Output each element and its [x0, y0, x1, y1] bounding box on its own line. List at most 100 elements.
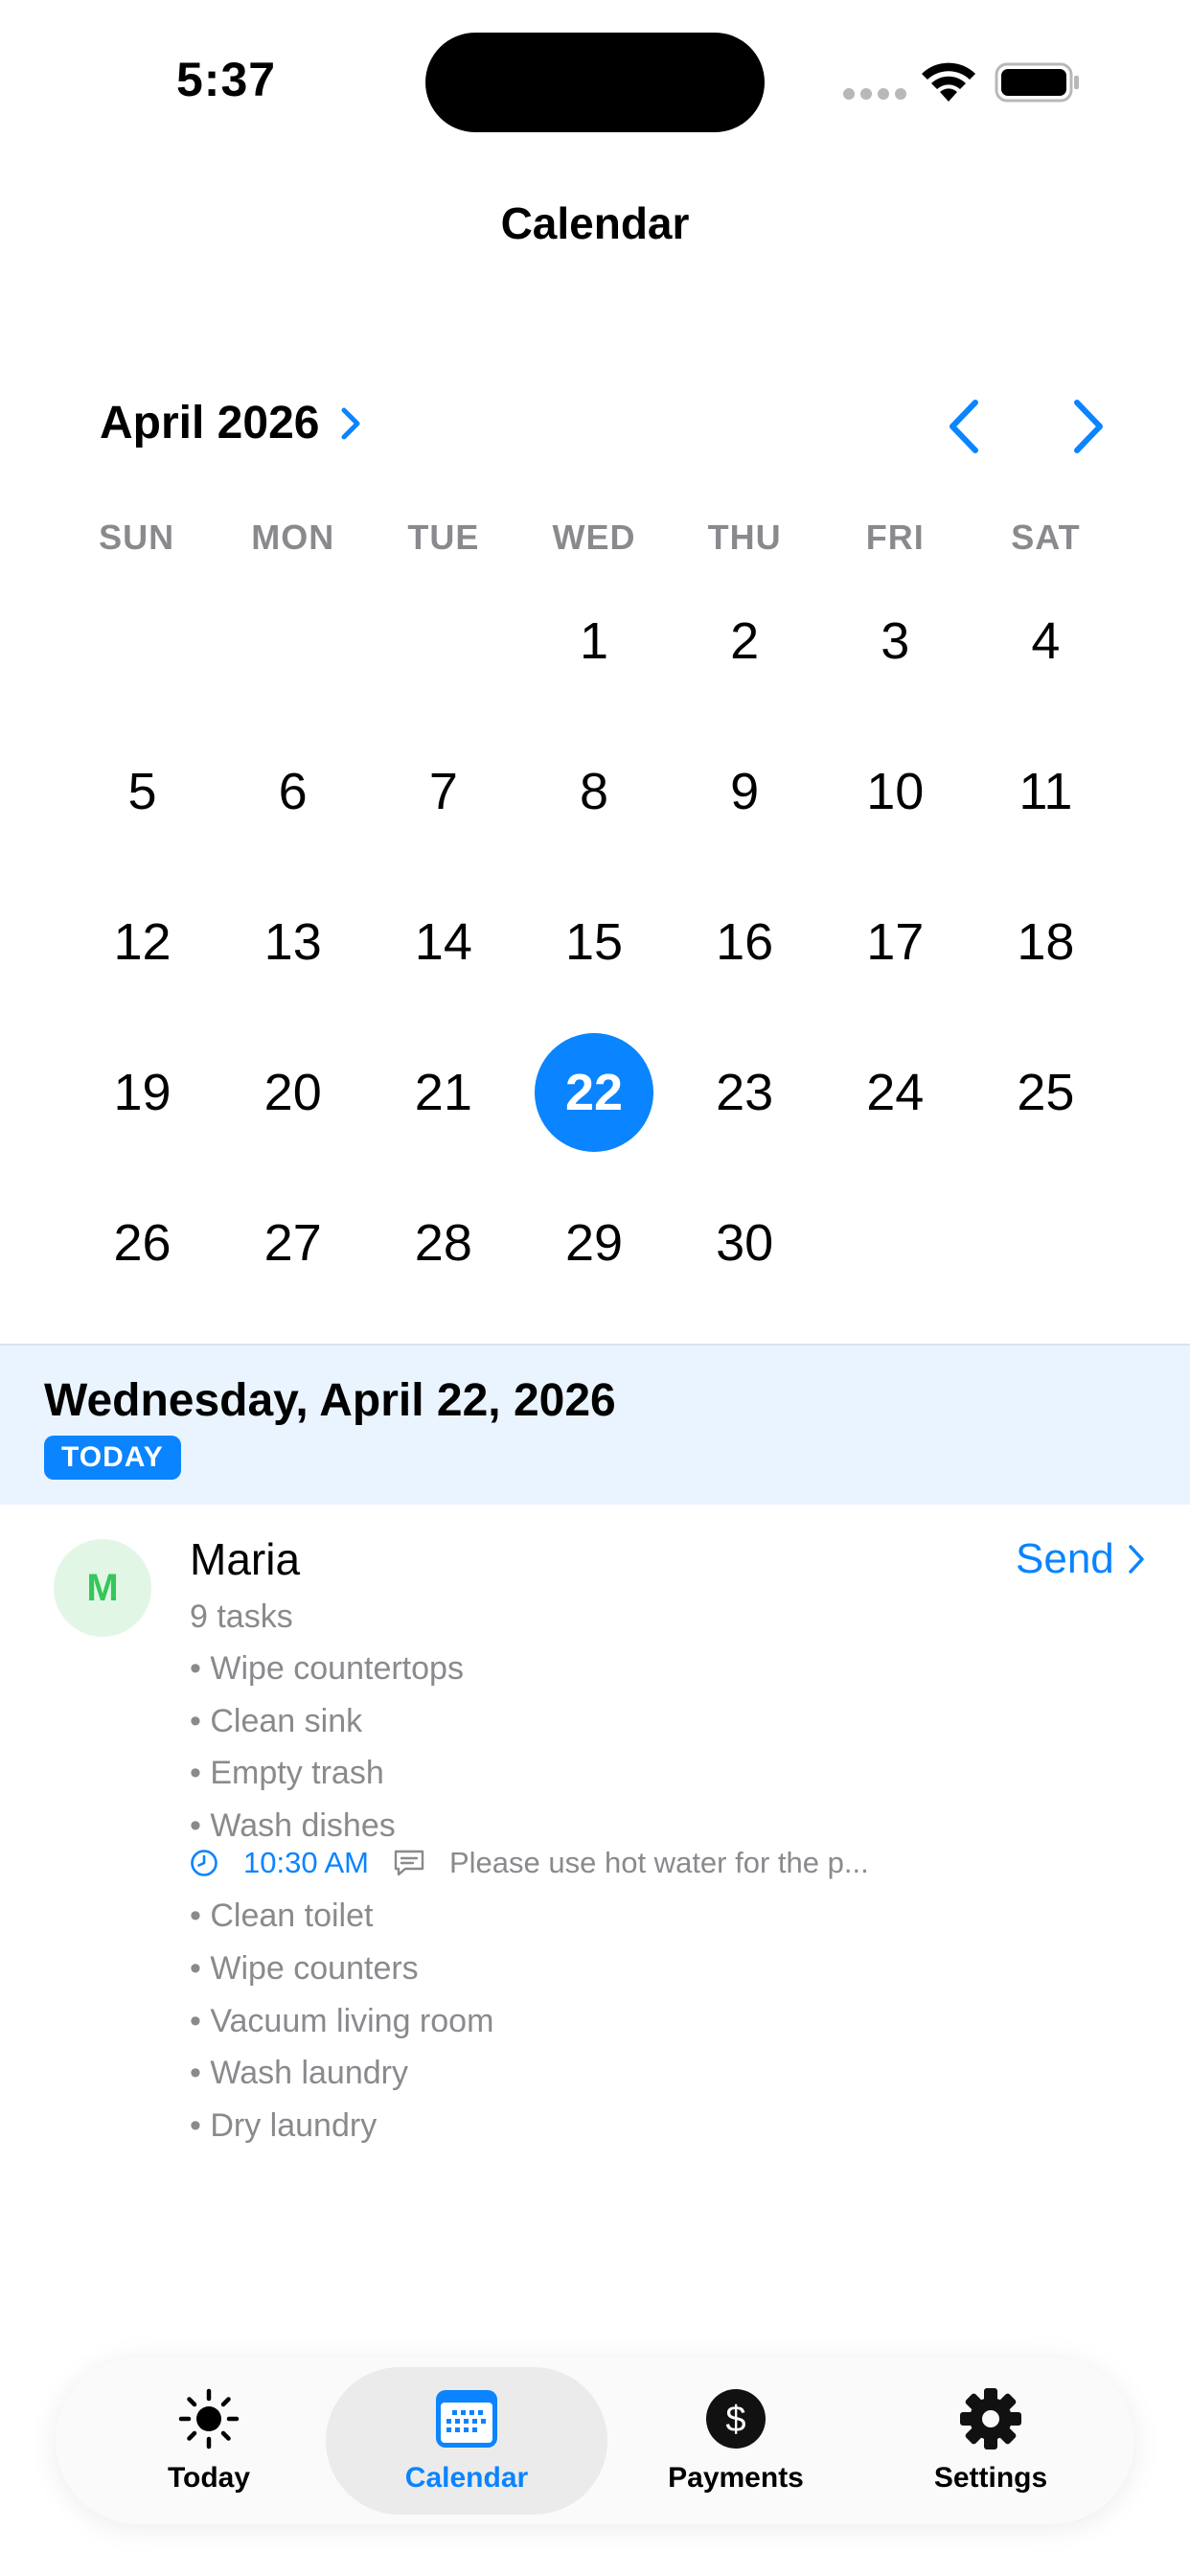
calendar-day-number: 9 [730, 762, 760, 820]
tab-calendar[interactable]: Calendar [326, 2367, 607, 2515]
calendar-day[interactable]: 27 [217, 1167, 368, 1318]
calendar-day[interactable]: 1 [518, 565, 669, 716]
month-picker-button[interactable]: April 2026 [100, 397, 365, 449]
tab-label: Payments [668, 2462, 804, 2494]
calendar-day[interactable]: 6 [217, 716, 368, 866]
calendar-day[interactable]: 20 [217, 1017, 368, 1167]
calendar-day-number: 24 [866, 1063, 925, 1121]
calendar-empty-cell [67, 565, 217, 716]
calendar-day-number: 3 [881, 611, 910, 670]
calendar-day-number: 29 [564, 1213, 624, 1272]
task-note: Please use hot water for the p... [448, 1846, 869, 1880]
calendar-day-number [234, 582, 353, 701]
calendar-day-number: 6 [278, 762, 308, 820]
calendar-day[interactable]: 21 [368, 1017, 518, 1167]
calendar-day[interactable]: 13 [217, 866, 368, 1017]
task-item: Wipe counters [190, 1946, 869, 1999]
calendar-day[interactable]: 25 [971, 1017, 1121, 1167]
previous-month-button[interactable] [941, 395, 989, 458]
calendar-day-number: 18 [1017, 912, 1075, 971]
calendar-day[interactable]: 9 [670, 716, 820, 866]
calendar-day-number: 5 [127, 762, 157, 820]
tab-today[interactable]: Today [113, 2367, 305, 2515]
calendar-day[interactable]: 14 [368, 866, 518, 1017]
calendar-day[interactable]: 23 [670, 1017, 820, 1167]
calendar-day-number: 17 [866, 912, 925, 971]
calendar-day[interactable]: 11 [971, 716, 1121, 866]
dollar-icon: $ [706, 2389, 766, 2449]
calendar-day-number [83, 582, 202, 701]
task-meta: 10:30 AM Please use hot water for the p.… [190, 1844, 869, 1882]
calendar-day-number: 25 [1017, 1063, 1075, 1121]
task-item: Wash laundry [190, 2051, 869, 2104]
sun-icon [178, 2388, 240, 2450]
calendar-day-number: 12 [113, 912, 172, 971]
tab-label: Settings [933, 2462, 1048, 2494]
status-bar: 5:37 [0, 0, 1190, 163]
calendar-day[interactable]: 10 [820, 716, 971, 866]
task-count: 9 tasks [190, 1598, 293, 1635]
calendar-day-number: 30 [716, 1213, 774, 1272]
task-item: Clean toilet [190, 1894, 869, 1946]
calendar-day-number: 2 [730, 611, 760, 670]
calendar-day-number: 7 [428, 762, 458, 820]
weekday-label: SAT [1011, 518, 1081, 557]
calendar-day-number: 4 [1031, 611, 1061, 670]
calendar-day-number: 23 [716, 1063, 774, 1121]
calendar-day[interactable]: 3 [820, 565, 971, 716]
tab-label: Today [167, 2462, 251, 2494]
calendar-empty-cell [971, 1167, 1121, 1318]
calendar-day[interactable]: 8 [518, 716, 669, 866]
calendar-day[interactable]: 28 [368, 1167, 518, 1318]
gear-icon [960, 2388, 1021, 2450]
calendar-day[interactable]: 7 [368, 716, 518, 866]
chevron-right-icon [341, 407, 360, 439]
clock-icon [191, 1850, 217, 1877]
calendar-day[interactable]: 4 [971, 565, 1121, 716]
calendar-empty-cell [217, 565, 368, 716]
calendar-day[interactable]: 17 [820, 866, 971, 1017]
calendar-day[interactable]: 22 [518, 1017, 669, 1167]
calendar-day-grid: 1 2 3 4 5 6 7 8 9 10 11 12 13 14 15 16 17 18 19 20 21 22 23 24 2… [67, 565, 1121, 1318]
calendar-day-number: 8 [579, 762, 608, 820]
calendar-day-number: 27 [263, 1213, 322, 1272]
note-icon [394, 1851, 424, 1876]
tab-bar: Today Calendar $ Payments Settings [56, 2358, 1134, 2524]
calendar-day[interactable]: 18 [971, 866, 1121, 1017]
calendar-empty-cell [368, 565, 518, 716]
calendar-day[interactable]: 30 [670, 1167, 820, 1318]
calendar-day[interactable]: 29 [518, 1167, 669, 1318]
calendar-day[interactable]: 24 [820, 1017, 971, 1167]
calendar-day-number: 14 [414, 912, 472, 971]
calendar-day[interactable]: 15 [518, 866, 669, 1017]
tab-settings[interactable]: Settings [885, 2367, 1096, 2515]
wifi-icon [922, 62, 975, 102]
calendar-day[interactable]: 16 [670, 866, 820, 1017]
weekday-label: FRI [865, 518, 925, 557]
calendar-day[interactable]: 5 [67, 716, 217, 866]
weekday-label: MON [251, 518, 335, 557]
calendar-day[interactable]: 12 [67, 866, 217, 1017]
chevron-right-icon [1129, 1545, 1144, 1574]
calendar-day[interactable]: 26 [67, 1167, 217, 1318]
tab-payments[interactable]: $ Payments [630, 2367, 841, 2515]
calendar-day-number: 22 [534, 1032, 653, 1152]
task-item: Wipe countertops [190, 1646, 869, 1699]
calendar-day-number: 11 [1018, 762, 1073, 820]
send-button[interactable]: Send [1016, 1535, 1147, 1583]
dynamic-island [425, 33, 765, 132]
calendar-day[interactable]: 2 [670, 565, 820, 716]
calendar-day-number: 1 [579, 611, 608, 670]
calendar-icon [436, 2390, 497, 2448]
weekday-header: SUN MON TUE WED THU FRI SAT [67, 518, 1121, 558]
task-item: Clean sink [190, 1699, 869, 1752]
calendar-day[interactable]: 19 [67, 1017, 217, 1167]
calendar-day-number: 20 [263, 1063, 322, 1121]
cellular-signal-icon [843, 88, 906, 100]
calendar-day-number: 16 [716, 912, 774, 971]
weekday-label: TUE [407, 518, 480, 557]
task-item: Vacuum living room [190, 1999, 869, 2052]
weekday-label: SUN [99, 518, 175, 557]
tab-label: Calendar [404, 2462, 529, 2494]
next-month-button[interactable] [1064, 395, 1111, 458]
